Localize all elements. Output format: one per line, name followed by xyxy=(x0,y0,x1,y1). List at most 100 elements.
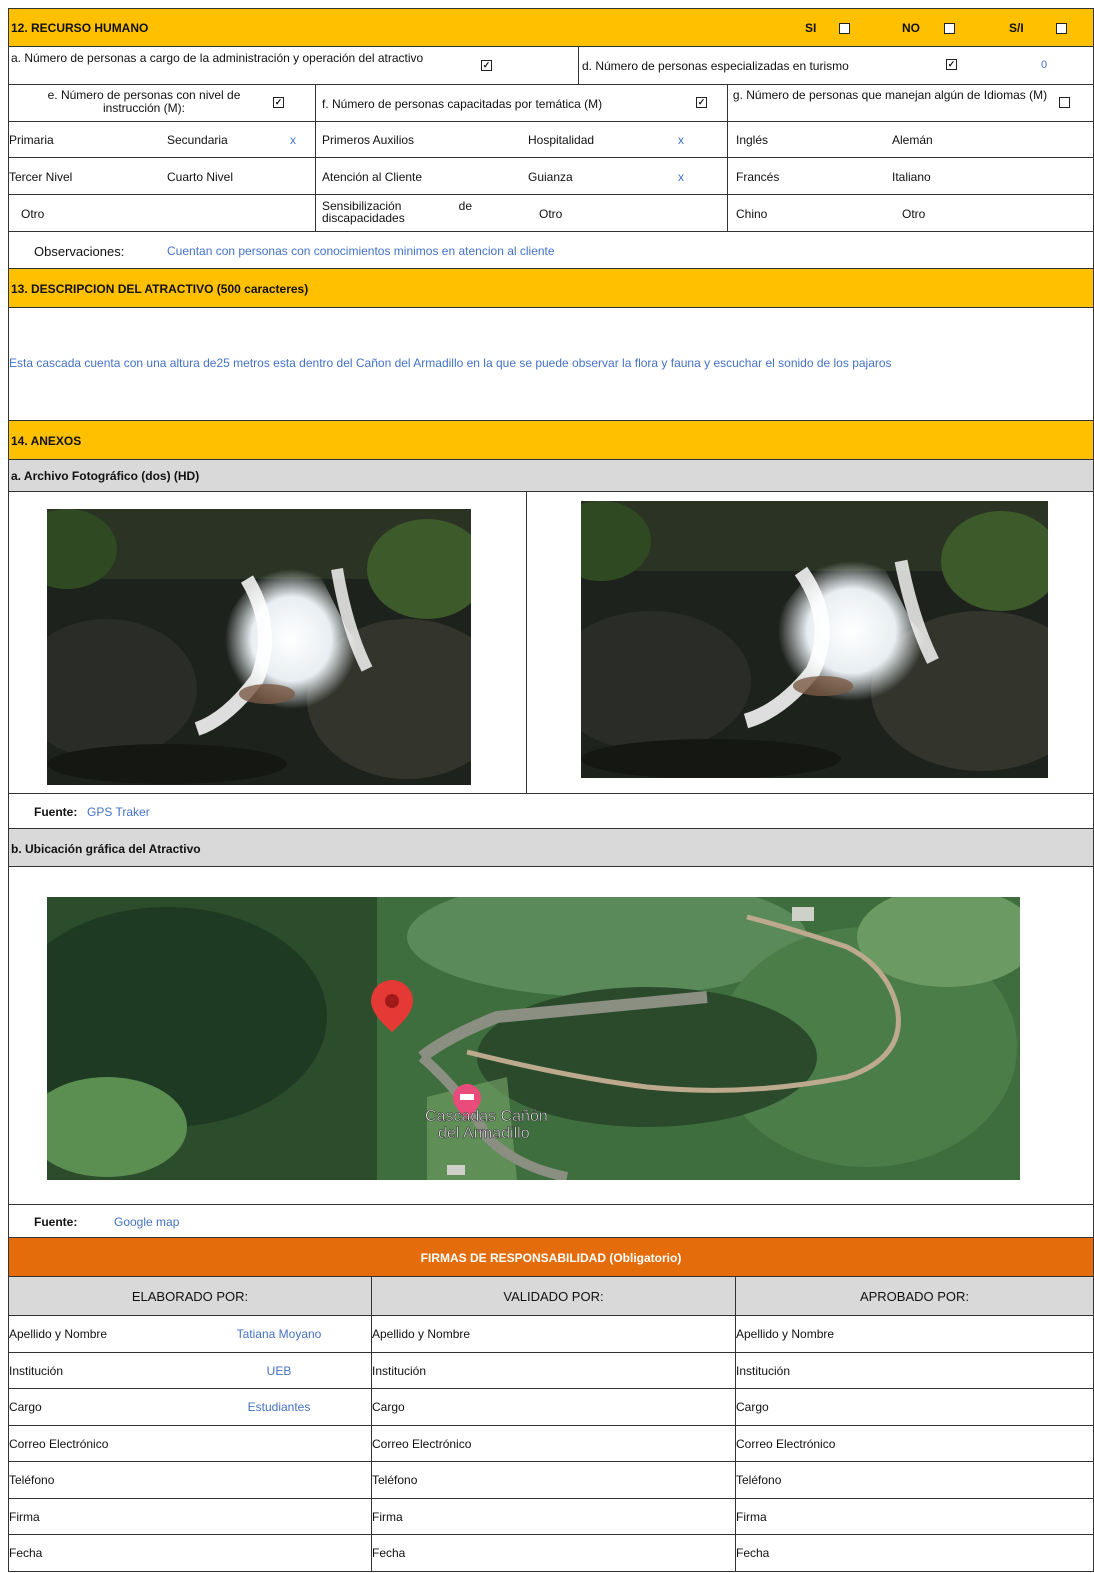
observaciones-value: Cuentan con personas con conocimientos m… xyxy=(167,244,555,258)
si-na-label: S/I xyxy=(1009,21,1024,35)
g-item-italiano: Italiano xyxy=(892,170,931,184)
divider xyxy=(727,122,728,157)
section-13-header: 13. DESCRIPCION DEL ATRACTIVO (500 carac… xyxy=(8,269,1094,308)
no-label: NO xyxy=(902,21,920,35)
f-item-hospitalidad: Hospitalidad xyxy=(528,133,595,147)
signature-field-label: Apellido y Nombre xyxy=(736,1327,835,1341)
section-12-title: 12. RECURSO HUMANO xyxy=(11,21,149,35)
divider xyxy=(371,1462,372,1499)
photo-section-header: a. Archivo Fotográfico (dos) (HD) xyxy=(8,460,1094,492)
map-section-title: b. Ubicación gráfica del Atractivo xyxy=(11,842,201,856)
signature-field-label: Firma xyxy=(372,1509,403,1524)
divider xyxy=(315,122,316,157)
field-g-label: g. Número de personas que manejan algún … xyxy=(732,88,1048,102)
items-row-1: Primaria Secundaria x Primeros Auxilios … xyxy=(8,122,1094,158)
divider xyxy=(371,1389,372,1426)
elaborado-value: Tatiana Moyano xyxy=(236,1327,322,1341)
divider xyxy=(735,1462,736,1499)
si-na-checkbox[interactable] xyxy=(1056,23,1067,34)
divider xyxy=(371,1425,372,1462)
signature-field-label: Cargo xyxy=(372,1400,405,1414)
field-f-label: f. Número de personas capacitadas por te… xyxy=(322,97,603,111)
divider xyxy=(735,1316,736,1353)
divider xyxy=(735,1425,736,1462)
divider xyxy=(735,1389,736,1426)
divider xyxy=(578,47,579,84)
divider xyxy=(735,1498,736,1535)
divider xyxy=(727,195,728,231)
e-item-cuarto-nivel: Cuarto Nivel xyxy=(167,170,234,184)
signature-row: Institución Institución Institución UEB xyxy=(8,1352,1094,1389)
signature-row: Cargo Cargo Cargo Estudiantes xyxy=(8,1389,1094,1426)
signature-row: Apellido y Nombre Apellido y Nombre Apelli… xyxy=(8,1316,1094,1353)
divider xyxy=(315,195,316,231)
row-e-f-g-headers: e. Número de personas con nivel de instr… xyxy=(8,85,1094,122)
f-item-primeros-auxilios: Primeros Auxilios xyxy=(322,133,415,147)
description-text: Esta cascada cuenta con una altura de25 … xyxy=(9,356,892,370)
e-item-secundaria: Secundaria xyxy=(167,133,228,147)
divider xyxy=(735,1352,736,1389)
signature-field-label: Cargo xyxy=(736,1400,769,1414)
signature-field-label: Fecha xyxy=(736,1546,770,1560)
divider xyxy=(371,1535,372,1572)
divider xyxy=(735,1535,736,1572)
e-item-primaria: Primaria xyxy=(9,133,54,147)
signature-field-label: Apellido y Nombre xyxy=(372,1327,471,1341)
g-item-frances: Francés xyxy=(736,170,780,184)
field-e-checkbox[interactable]: ✓ xyxy=(273,97,284,108)
photo-section-title: a. Archivo Fotográfico (dos) (HD) xyxy=(11,469,200,483)
map-area: Cascadas Cañón del Armadillo xyxy=(8,867,1094,1205)
signature-field-label: Teléfono xyxy=(9,1473,55,1487)
field-d-checkbox[interactable]: ✓ xyxy=(946,59,957,70)
signature-field-label: Correo Electrónico xyxy=(9,1436,109,1451)
map-source-label: Fuente: xyxy=(34,1215,78,1229)
signature-field-label: Firma xyxy=(9,1509,40,1524)
f-item-mark: x xyxy=(678,170,684,184)
signatures-header: FIRMAS DE RESPONSABILIDAD (Obligatorio) xyxy=(8,1238,1094,1277)
signature-field-label: Teléfono xyxy=(372,1473,418,1487)
g-item-ingles: Inglés xyxy=(736,133,769,147)
e-item-otro: Otro xyxy=(21,207,45,221)
e-item-mark: x xyxy=(290,133,296,147)
signature-field-label: Institución xyxy=(9,1363,64,1378)
photo-area xyxy=(8,492,1094,794)
f-item-mark: x xyxy=(678,133,684,147)
description-box: Esta cascada cuenta con una altura de25 … xyxy=(8,308,1094,421)
section-13-title: 13. DESCRIPCION DEL ATRACTIVO (500 carac… xyxy=(11,282,309,296)
signature-field-label: Apellido y Nombre xyxy=(9,1327,108,1341)
map-source-value: Google map xyxy=(114,1215,180,1229)
section-14-title: 14. ANEXOS xyxy=(11,434,82,448)
signature-field-label: Firma xyxy=(736,1509,767,1524)
signatures-columns: ELABORADO POR: VALIDADO POR: APROBADO PO… xyxy=(8,1277,1094,1316)
divider xyxy=(371,1498,372,1535)
divider xyxy=(315,85,316,121)
map-section-header: b. Ubicación gráfica del Atractivo xyxy=(8,829,1094,867)
signature-row: Teléfono Teléfono Teléfono xyxy=(8,1462,1094,1499)
si-checkbox[interactable] xyxy=(839,23,850,34)
signature-field-label: Institución xyxy=(736,1363,791,1378)
signature-field-label: Correo Electrónico xyxy=(372,1436,472,1451)
map-place-label-1: Cascadas Cañón xyxy=(425,1108,548,1125)
section-14-header: 14. ANEXOS xyxy=(8,421,1094,460)
field-a-label: a. Número de personas a cargo de la admi… xyxy=(11,51,424,65)
signature-field-label: Institución xyxy=(372,1363,427,1378)
photo-source-row: Fuente: GPS Traker xyxy=(8,794,1094,829)
field-g-checkbox[interactable] xyxy=(1059,97,1070,108)
col-validado: VALIDADO POR: xyxy=(503,1289,604,1304)
g-item-otro: Otro xyxy=(902,207,926,221)
field-a-checkbox[interactable]: ✓ xyxy=(481,60,492,71)
e-item-tercer-nivel: Tercer Nivel xyxy=(9,170,73,184)
observaciones-label: Observaciones: xyxy=(34,244,125,259)
no-checkbox[interactable] xyxy=(944,23,955,34)
signature-field-label: Fecha xyxy=(9,1546,43,1560)
observaciones-row: Observaciones: Cuentan con personas con … xyxy=(8,232,1094,269)
signature-field-label: Fecha xyxy=(372,1546,406,1560)
waterfall-photo-2 xyxy=(581,501,1048,778)
signature-field-label: Cargo xyxy=(9,1400,42,1414)
divider xyxy=(315,158,316,194)
items-row-3: Otro Sensibilización de discapacidades O… xyxy=(8,195,1094,232)
elaborado-value: UEB xyxy=(266,1363,292,1378)
f-item-sensibilizacion: Sensibilización de discapacidades xyxy=(322,199,472,225)
field-f-checkbox[interactable]: ✓ xyxy=(696,97,707,108)
field-d-value: 0 xyxy=(1041,59,1048,71)
